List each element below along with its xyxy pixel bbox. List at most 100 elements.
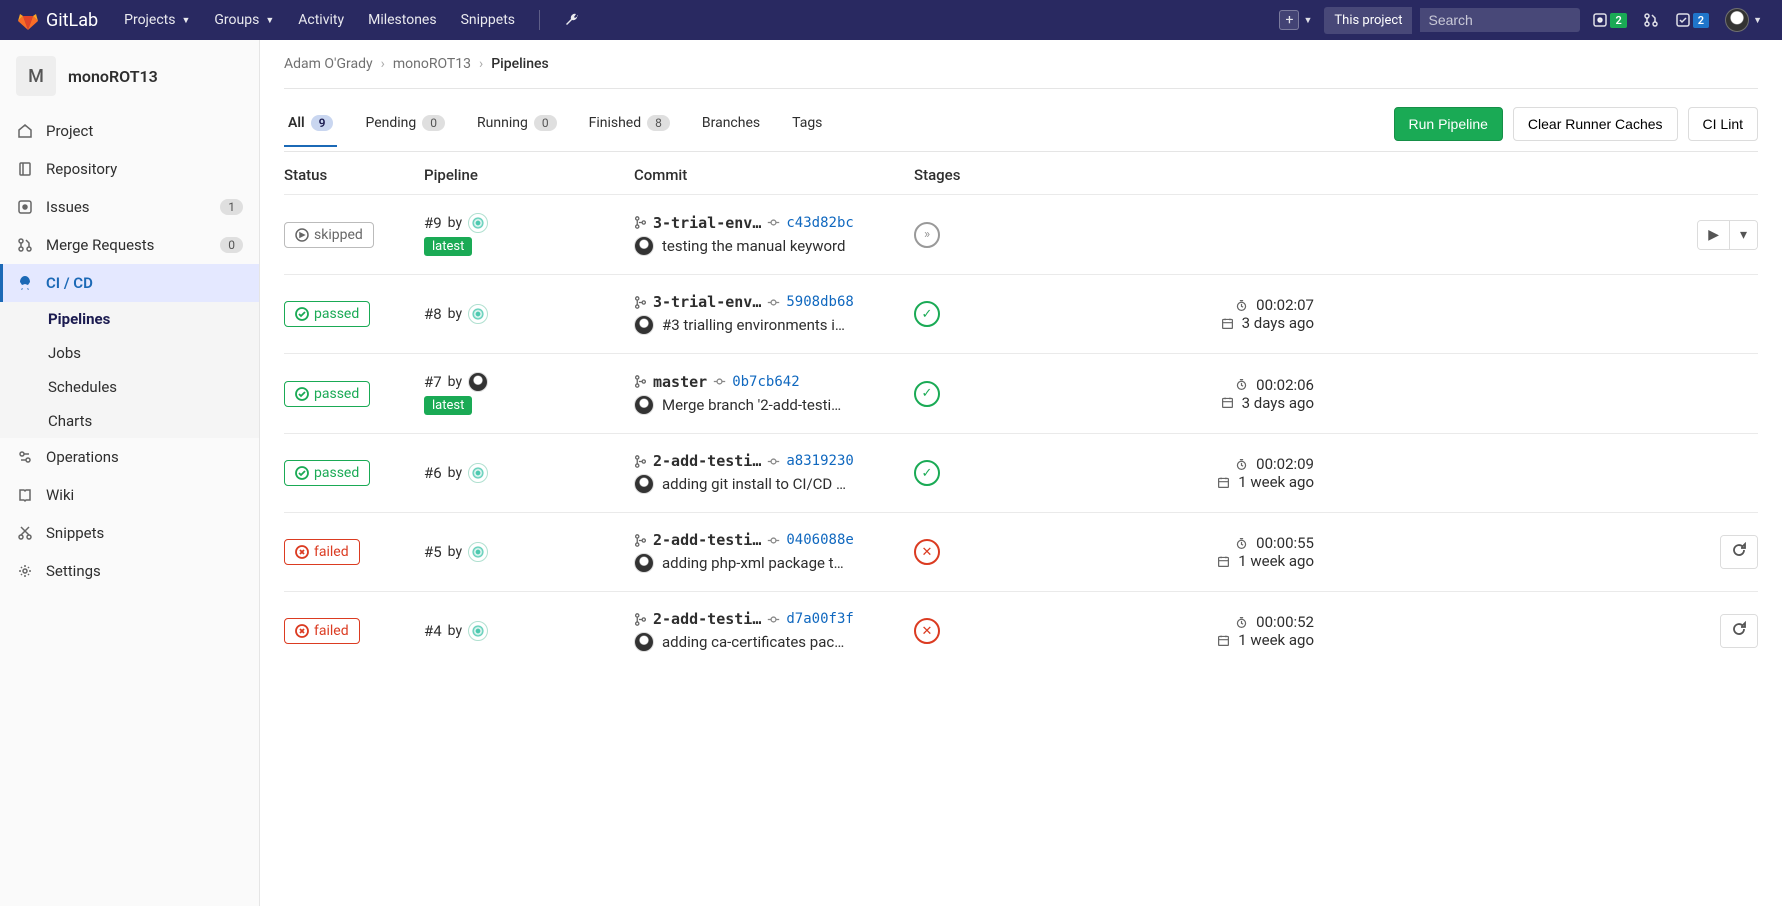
- pipeline-id[interactable]: #4: [424, 622, 442, 640]
- logo[interactable]: GitLab: [16, 8, 98, 32]
- commit-author-avatar[interactable]: [634, 315, 654, 335]
- author-avatar[interactable]: [468, 213, 488, 233]
- duration: 00:02:09: [1256, 455, 1314, 473]
- stage-failed-icon[interactable]: ✕: [914, 618, 940, 644]
- commit-sha[interactable]: 5908db68: [786, 294, 853, 310]
- author-avatar[interactable]: [468, 304, 488, 324]
- stage-skipped-icon[interactable]: »: [914, 222, 940, 248]
- project-header[interactable]: M monoROT13: [0, 40, 259, 112]
- tab-branches[interactable]: Branches: [698, 101, 764, 147]
- commit-author-avatar[interactable]: [634, 553, 654, 573]
- stage-passed-icon[interactable]: ✓: [914, 301, 940, 327]
- author-avatar[interactable]: [468, 542, 488, 562]
- sidebar-item-repository[interactable]: Repository: [0, 150, 259, 188]
- sidebar-item-project[interactable]: Project: [0, 112, 259, 150]
- retry-button[interactable]: [1721, 536, 1757, 568]
- nav-milestones[interactable]: Milestones: [358, 6, 447, 34]
- tab-finished[interactable]: Finished8: [585, 101, 674, 147]
- tab-pending[interactable]: Pending0: [361, 101, 449, 147]
- branch-name[interactable]: 3-trial-env…: [653, 293, 761, 311]
- commit-sha[interactable]: 0b7cb642: [732, 374, 799, 390]
- sidebar-item-mr[interactable]: Merge Requests0: [0, 226, 259, 264]
- new-dropdown[interactable]: +▼: [1275, 6, 1316, 34]
- branch-name[interactable]: 3-trial-env…: [653, 214, 761, 232]
- commit-author-avatar[interactable]: [634, 474, 654, 494]
- breadcrumb-owner[interactable]: Adam O'Grady: [284, 56, 373, 72]
- sidebar-item-operations[interactable]: Operations: [0, 438, 259, 476]
- commit-message[interactable]: testing the manual keyword: [662, 237, 845, 255]
- commit-sha[interactable]: a8319230: [786, 453, 853, 469]
- sidebar-item-cicd[interactable]: CI / CD: [0, 264, 259, 302]
- author-avatar[interactable]: [468, 463, 488, 483]
- stopwatch-icon: [1235, 299, 1248, 312]
- pipeline-id[interactable]: #9: [424, 214, 442, 232]
- commit-message[interactable]: adding ca-certificates pac…: [662, 633, 844, 651]
- play-button[interactable]: ▶: [1698, 221, 1729, 249]
- commit-message[interactable]: adding php-xml package t…: [662, 554, 844, 572]
- search-input[interactable]: [1428, 12, 1609, 28]
- commit-sha[interactable]: 0406088e: [786, 532, 853, 548]
- nav-snippets[interactable]: Snippets: [451, 6, 525, 34]
- ci-lint-button[interactable]: CI Lint: [1688, 107, 1758, 141]
- stage-failed-icon[interactable]: ✕: [914, 539, 940, 565]
- nav-todos-icon[interactable]: 2: [1671, 8, 1713, 32]
- pipeline-row: skipped#9 by latest3-trial-env…c43d82bct…: [284, 194, 1758, 274]
- sidebar-sub-charts[interactable]: Charts: [0, 404, 259, 438]
- author-avatar[interactable]: [468, 372, 488, 392]
- time-ago: 1 week ago: [1238, 552, 1314, 570]
- status-badge[interactable]: passed: [284, 301, 370, 327]
- commit-message[interactable]: adding git install to CI/CD …: [662, 475, 846, 493]
- nav-groups[interactable]: Groups▼: [204, 6, 284, 34]
- time-ago: 1 week ago: [1238, 631, 1314, 649]
- pipeline-id[interactable]: #6: [424, 464, 442, 482]
- tab-all[interactable]: All9: [284, 101, 337, 147]
- sidebar-sub-schedules[interactable]: Schedules: [0, 370, 259, 404]
- sidebar-item-settings[interactable]: Settings: [0, 552, 259, 590]
- pipeline-id[interactable]: #5: [424, 543, 442, 561]
- status-badge[interactable]: passed: [284, 381, 370, 407]
- nav-activity[interactable]: Activity: [288, 6, 354, 34]
- admin-wrench-icon[interactable]: [554, 6, 590, 34]
- stage-passed-icon[interactable]: ✓: [914, 381, 940, 407]
- tab-running[interactable]: Running0: [473, 101, 561, 147]
- commit-message[interactable]: #3 trialling environments i…: [662, 316, 845, 334]
- status-badge[interactable]: failed: [284, 618, 360, 644]
- branch-name[interactable]: 2-add-testi…: [653, 452, 761, 470]
- search-box[interactable]: [1420, 8, 1580, 32]
- branch-name[interactable]: master: [653, 373, 707, 391]
- commit-author-avatar[interactable]: [634, 395, 654, 415]
- commit-message[interactable]: Merge branch '2-add-testi…: [662, 396, 841, 414]
- status-badge[interactable]: skipped: [284, 222, 374, 248]
- search-scope[interactable]: This project: [1324, 7, 1412, 34]
- tab-tags[interactable]: Tags: [788, 101, 826, 147]
- branch-name[interactable]: 2-add-testi…: [653, 610, 761, 628]
- branch-name[interactable]: 2-add-testi…: [653, 531, 761, 549]
- calendar-icon: [1221, 317, 1234, 330]
- issues-icon: [16, 198, 34, 216]
- clear-caches-button[interactable]: Clear Runner Caches: [1513, 107, 1678, 141]
- commit-author-avatar[interactable]: [634, 632, 654, 652]
- nav-projects[interactable]: Projects▼: [114, 6, 200, 34]
- status-badge[interactable]: passed: [284, 460, 370, 486]
- sidebar-item-issues[interactable]: Issues1: [0, 188, 259, 226]
- nav-issues-icon[interactable]: 2: [1588, 8, 1630, 32]
- retry-button[interactable]: [1721, 615, 1757, 647]
- stage-passed-icon[interactable]: ✓: [914, 460, 940, 486]
- sidebar-item-snippets[interactable]: Snippets: [0, 514, 259, 552]
- action-dropdown[interactable]: ▾: [1729, 221, 1757, 249]
- commit-sha[interactable]: c43d82bc: [786, 215, 853, 231]
- pipeline-id[interactable]: #8: [424, 305, 442, 323]
- sidebar-item-wiki[interactable]: Wiki: [0, 476, 259, 514]
- sidebar-sub-jobs[interactable]: Jobs: [0, 336, 259, 370]
- user-menu[interactable]: ▼: [1721, 4, 1766, 36]
- commit-author-avatar[interactable]: [634, 236, 654, 256]
- pipeline-id[interactable]: #7: [424, 373, 442, 391]
- nav-mr-icon[interactable]: [1639, 8, 1663, 32]
- run-pipeline-button[interactable]: Run Pipeline: [1394, 107, 1503, 141]
- calendar-icon: [1217, 555, 1230, 568]
- commit-sha[interactable]: d7a00f3f: [786, 611, 853, 627]
- sidebar-sub-pipelines[interactable]: Pipelines: [0, 302, 259, 336]
- breadcrumb-project[interactable]: monoROT13: [393, 56, 471, 72]
- author-avatar[interactable]: [468, 621, 488, 641]
- status-badge[interactable]: failed: [284, 539, 360, 565]
